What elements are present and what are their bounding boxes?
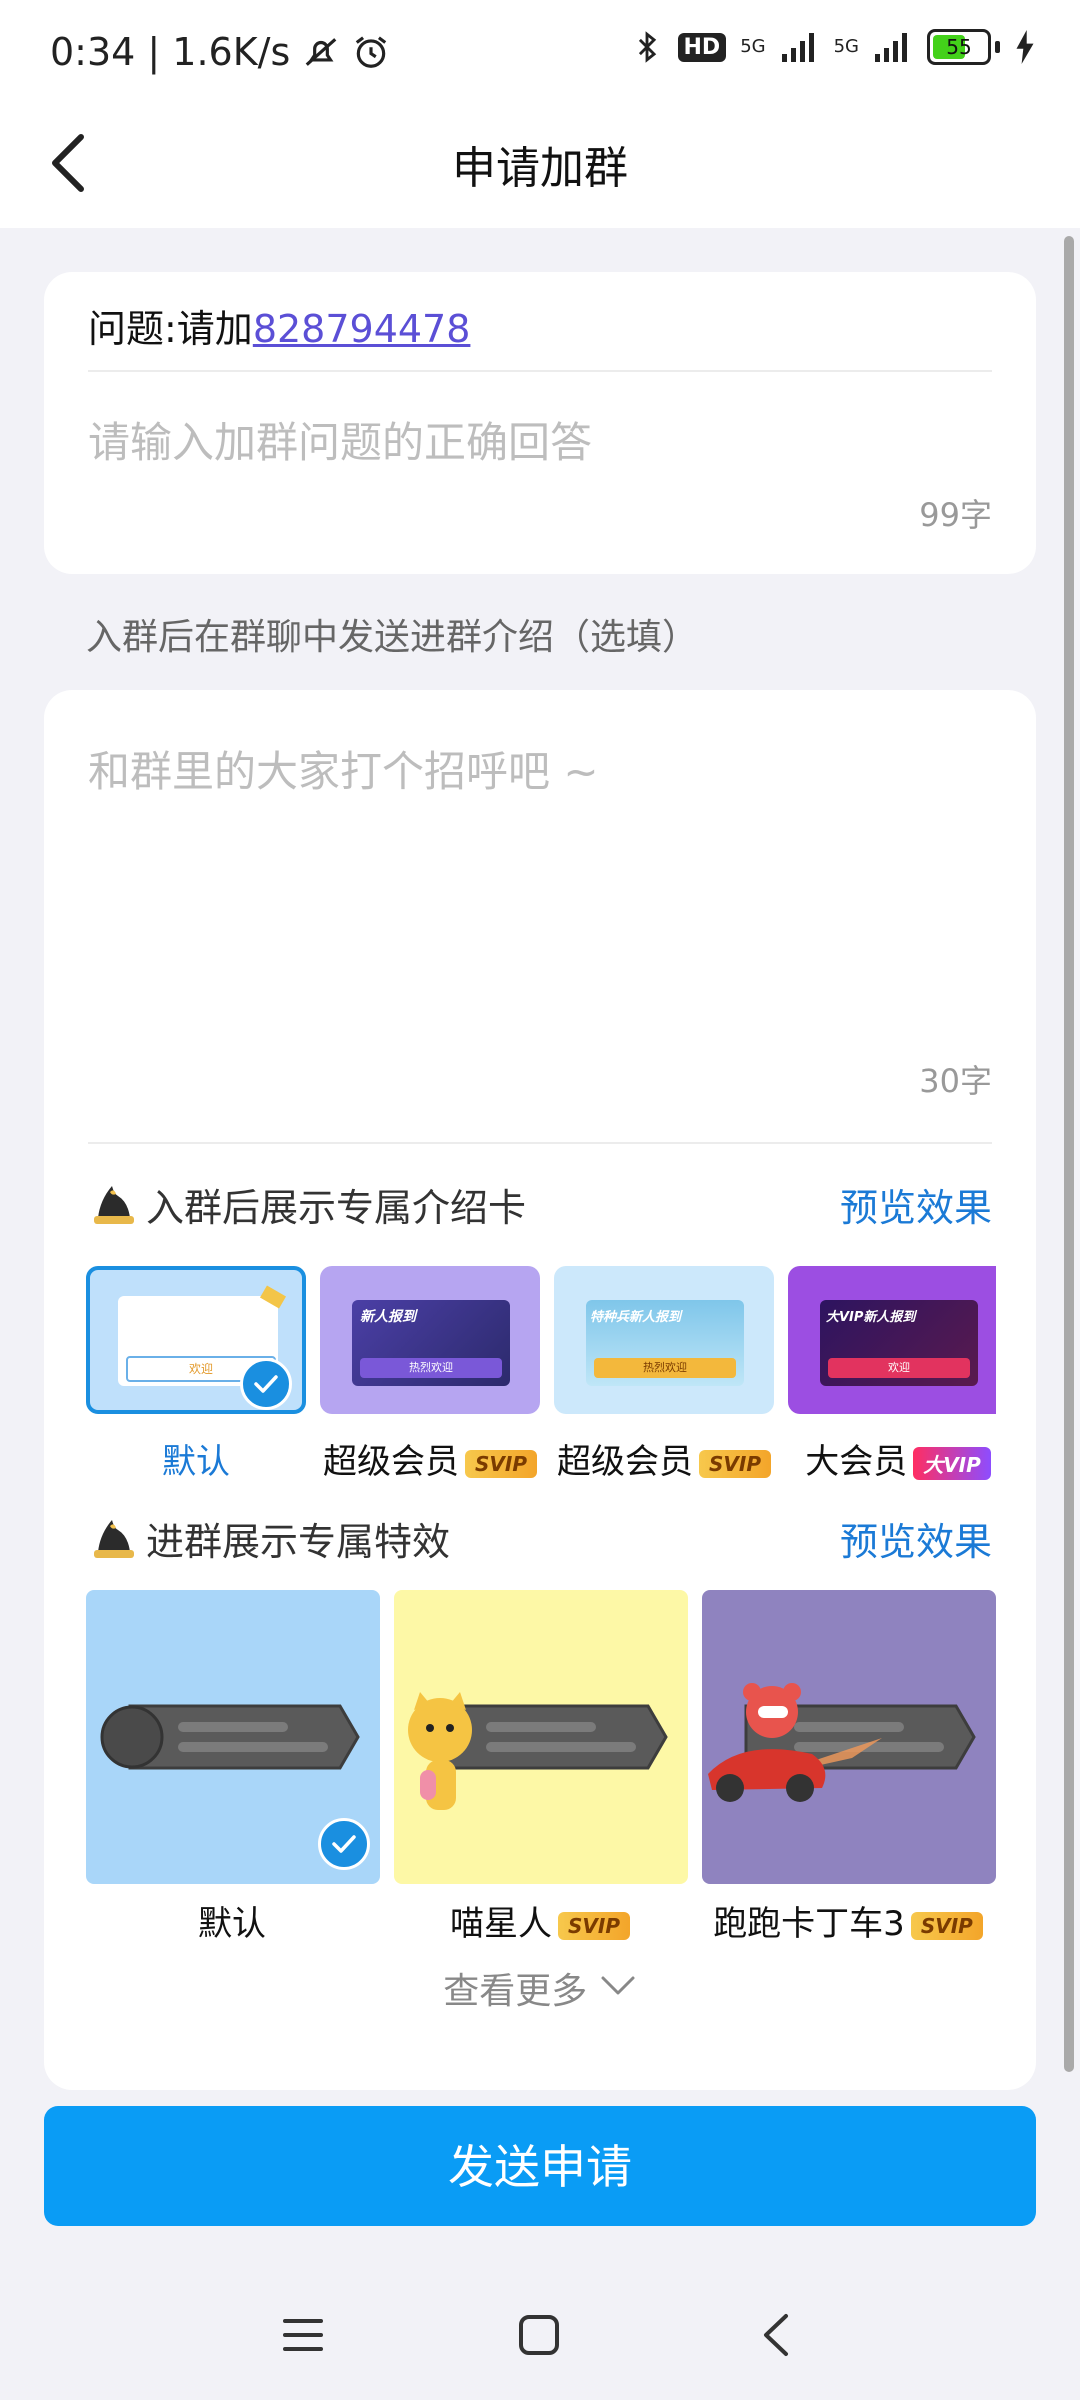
card-banner-text: 特种兵新人报到	[590, 1310, 682, 1325]
mute-bell-icon	[305, 38, 337, 66]
intro-textarea[interactable]	[88, 738, 988, 1078]
intro-card-default[interactable]: 欢迎	[86, 1266, 306, 1414]
system-nav-bar	[0, 2290, 1080, 2380]
chevron-down-icon	[601, 1976, 635, 1995]
intro-cards-preview-link[interactable]: 预览效果	[840, 1177, 992, 1232]
home-nav-button[interactable]	[504, 2300, 574, 2370]
divider	[88, 370, 992, 372]
card-preview-button: 欢迎	[828, 1358, 970, 1378]
intro-card-label: 默认	[162, 1442, 230, 1482]
effects-title: 进群展示专属特效	[146, 1519, 451, 1564]
question-card: 问题:请加828794478 99字	[44, 272, 1036, 574]
nav-header: 申请加群	[0, 100, 1080, 228]
effect-label: 喵星人 SVIP	[390, 1896, 690, 1945]
effects-row: 默认 喵星人 SVIP 跑跑卡丁车3 SVIP	[86, 1590, 996, 1950]
status-left: 0:34 | 1.6K/s	[50, 30, 390, 74]
effect-kart[interactable]	[702, 1590, 996, 1884]
time-speed: 0:34 | 1.6K/s	[50, 30, 291, 74]
card-preview-button: 热烈欢迎	[360, 1358, 502, 1378]
bluetooth-icon	[638, 31, 656, 63]
see-more-button[interactable]: 查看更多	[44, 1962, 1036, 2014]
card-banner-text: 大VIP新人报到	[826, 1310, 916, 1325]
effects-header: 进群展示专属特效 预览效果	[88, 1508, 992, 1568]
menu-icon	[283, 2319, 323, 2351]
card-preview-button: 热烈欢迎	[594, 1358, 736, 1378]
kart-mascot-icon	[708, 1683, 882, 1802]
battery-level: 55	[946, 35, 972, 59]
back-triangle-icon	[764, 2314, 788, 2356]
intro-card-label: 超级会员 SVIP	[544, 1434, 784, 1483]
divider	[88, 1142, 992, 1144]
intro-card-svip-2[interactable]: 特种兵新人报到 热烈欢迎	[554, 1266, 774, 1414]
status-bar: 0:34 | 1.6K/s HD 5G 5G 55	[0, 0, 1080, 100]
check-icon	[240, 1358, 292, 1410]
battery-tip	[995, 41, 1000, 53]
hat-icon	[94, 1186, 134, 1224]
cat-mascot-icon	[408, 1692, 472, 1810]
intro-card-vip[interactable]: 大VIP新人报到 欢迎	[788, 1266, 996, 1414]
network-5g-2: 5G	[833, 36, 859, 57]
card-banner-text: 新人报到	[360, 1309, 416, 1325]
send-request-button[interactable]: 发送申请	[44, 2106, 1036, 2226]
question-prefix: 问题:请加	[88, 307, 253, 351]
intro-cards-title: 入群后展示专属介绍卡	[146, 1185, 527, 1230]
charging-icon	[1016, 30, 1034, 64]
check-icon	[318, 1818, 370, 1870]
home-square-icon	[519, 2315, 559, 2355]
hat-icon	[94, 1520, 134, 1558]
intro-cards-row: 欢迎 默认 新人报到 热烈欢迎 超级会员 SVIP 特种兵新人报到 热烈欢迎 超级…	[86, 1266, 996, 1506]
question-text: 问题:请加828794478	[88, 298, 470, 353]
hd-badge: HD	[677, 32, 727, 62]
battery-icon: 55	[927, 29, 991, 65]
effect-default[interactable]	[86, 1590, 380, 1884]
alarm-icon	[356, 36, 387, 68]
intro-card-label: 大会员 大VIP	[778, 1434, 996, 1483]
signal-icon	[781, 33, 814, 62]
signal-icon-2	[875, 33, 907, 62]
question-link[interactable]: 828794478	[253, 307, 471, 351]
effects-preview-link[interactable]: 预览效果	[840, 1511, 992, 1566]
intro-card-svip-1[interactable]: 新人报到 热烈欢迎	[320, 1266, 540, 1414]
status-right: HD 5G 5G 55	[630, 28, 1037, 66]
see-more-label: 查看更多	[443, 1971, 588, 2012]
network-5g-1: 5G	[740, 36, 766, 57]
intro-cards-header: 入群后展示专属介绍卡 预览效果	[88, 1174, 992, 1234]
scrollbar[interactable]	[1064, 236, 1074, 2072]
intro-card-panel: 30字 入群后展示专属介绍卡 预览效果 欢迎 默认 新人报到 热烈欢迎 超级会员…	[44, 690, 1036, 2090]
page-title: 申请加群	[452, 143, 628, 194]
effect-cat[interactable]	[394, 1590, 688, 1884]
effect-bar	[100, 1704, 360, 1770]
back-nav-button[interactable]	[740, 2300, 810, 2370]
effect-label: 默认	[198, 1904, 266, 1944]
effect-label: 跑跑卡丁车3 SVIP	[698, 1896, 998, 1945]
intro-label: 入群后在群聊中发送进群介绍（选填）	[86, 617, 699, 658]
answer-input[interactable]	[88, 412, 988, 472]
intro-card-label: 超级会员 SVIP	[310, 1434, 550, 1483]
intro-char-counter: 30字	[919, 1062, 992, 1100]
answer-char-counter: 99字	[919, 496, 992, 534]
menu-nav-button[interactable]	[268, 2300, 338, 2370]
